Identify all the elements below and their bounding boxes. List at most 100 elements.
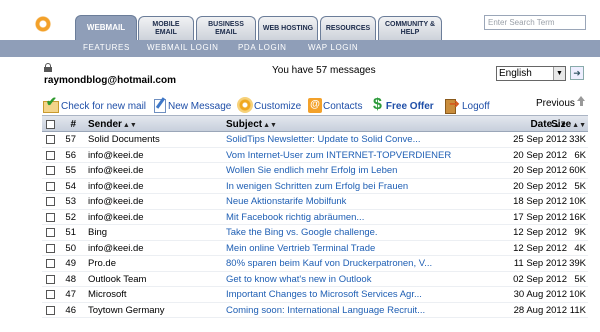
header-subject[interactable]: Subject▲▼ [226,119,451,130]
sort-icon[interactable]: ▲▼ [263,122,277,129]
arrow-up-icon[interactable] [577,96,586,106]
row-checkbox[interactable] [46,274,55,284]
tab-business-email[interactable]: BUSINESS EMAIL [196,16,256,40]
message-sender[interactable]: Pro.de [88,258,218,269]
row-checkbox[interactable] [46,305,55,315]
sort-icon[interactable]: ▲▼ [572,122,586,129]
message-subject-link[interactable]: Get to know what's new in Outlook [226,274,451,285]
message-number: 48 [65,273,76,285]
customize-label: Customize [254,101,302,112]
message-list: 57 Solid Documents SolidTips Newsletter: U… [42,132,588,318]
row-checkbox[interactable] [46,181,55,191]
message-size: 16K [569,211,586,223]
language-value: English [499,68,532,79]
message-subject-link[interactable]: Neue Aktionstarife Mobilfunk [226,196,451,207]
link-webmail-login[interactable]: WEBMAIL LOGIN [147,43,219,52]
table-row[interactable]: 52 info@keei.de Mit Facebook richtig abräu… [42,210,588,225]
table-row[interactable]: 56 info@keei.de Vom Internet-User zum INTE… [42,148,588,163]
header-size-label: Size [551,119,572,130]
header-sender[interactable]: Sender▲▼ [88,119,218,130]
message-sender[interactable]: Bing [88,227,218,238]
message-subject-link[interactable]: 80% sparen beim Kauf von Druckerpatronen… [226,258,451,269]
message-sender[interactable]: Microsoft [88,289,218,300]
link-pda-login[interactable]: PDA LOGIN [238,43,287,52]
language-select[interactable]: English ▼ [496,66,566,81]
row-checkbox[interactable] [46,259,55,268]
tab-label: RESOURCES [325,24,371,32]
table-row[interactable]: 57 Solid Documents SolidTips Newsletter: U… [42,132,588,148]
tab-label: MOBILE EMAIL [152,20,180,36]
table-row[interactable]: 54 info@keei.de In wenigen Schritten zum E… [42,179,588,194]
select-all-checkbox[interactable] [46,120,55,129]
table-row[interactable]: 51 Bing Take the Bing vs. Google challenge… [42,225,588,241]
message-sender[interactable]: Solid Documents [88,134,218,145]
tab-web-hosting[interactable]: WEB HOSTING [258,16,318,40]
check-mail-button[interactable]: Check for new mail [42,94,147,113]
message-subject-link[interactable]: Wollen Sie endlich mehr Erfolg im Leben [226,165,451,176]
row-checkbox[interactable] [46,212,55,222]
message-number: 50 [65,242,76,254]
message-subject-link[interactable]: Mit Facebook richtig abräumen... [226,212,451,223]
message-size: 39K [569,258,586,269]
top-nav: WEBMAIL MOBILE EMAIL BUSINESS EMAIL WEB … [0,0,600,40]
message-subject-link[interactable]: Take the Bing vs. Google challenge. [226,227,451,238]
row-checkbox[interactable] [46,228,55,237]
link-wap-login[interactable]: WAP LOGIN [308,43,358,52]
check-mail-icon [42,94,60,113]
contacts-button[interactable]: @ Contacts [308,95,362,113]
table-row[interactable]: 46 Toytown Germany Coming soon: Internatio… [42,303,588,318]
table-row[interactable]: 55 info@keei.de Wollen Sie endlich mehr Er… [42,163,588,179]
table-row[interactable]: 49 Pro.de 80% sparen beim Kauf von Drucker… [42,256,588,272]
row-checkbox[interactable] [46,135,55,144]
language-go-button[interactable]: ➜ [570,66,584,80]
chevron-down-icon[interactable]: ▼ [553,67,565,80]
table-row[interactable]: 53 info@keei.de Neue Aktionstarife Mobilfu… [42,194,588,210]
logoff-button[interactable]: Logoff [443,95,490,114]
row-checkbox[interactable] [46,243,55,253]
message-subject-link[interactable]: Important Changes to Microsoft Services … [226,289,451,300]
message-sender[interactable]: Outlook Team [88,274,218,285]
message-subject-link[interactable]: In wenigen Schritten zum Erfolg bei Frau… [226,181,451,192]
logoff-door-icon [443,96,461,114]
pencil-icon [153,97,167,113]
logo[interactable] [32,13,54,35]
check-mail-label: Check for new mail [61,101,147,112]
previous-link[interactable]: Previous [536,98,575,109]
message-sender[interactable]: info@keei.de [88,181,218,192]
tab-webmail[interactable]: WEBMAIL [75,15,137,40]
search-input[interactable]: Enter Search Term [484,15,586,30]
row-checkbox[interactable] [46,150,55,160]
tab-community-help[interactable]: COMMUNITY & HELP [378,16,442,40]
header-sender-label: Sender [88,119,122,130]
customize-button[interactable]: Customize [237,95,301,113]
message-size: 33K [569,134,586,145]
sort-icon[interactable]: ▲▼ [123,122,137,129]
table-row[interactable]: 50 info@keei.de Mein online Vertrieb Termi… [42,241,588,256]
message-size: 5K [574,180,586,192]
tab-resources[interactable]: RESOURCES [320,16,376,40]
message-subject-link[interactable]: SolidTips Newsletter: Update to Solid Co… [226,134,451,145]
message-subject-link[interactable]: Mein online Vertrieb Terminal Trade [226,243,451,254]
table-row[interactable]: 48 Outlook Team Get to know what's new in … [42,272,588,287]
message-count: You have 57 messages [272,65,376,76]
message-sender[interactable]: Toytown Germany [88,305,218,316]
table-row[interactable]: 47 Microsoft Important Changes to Microsof… [42,287,588,303]
message-subject-link[interactable]: Vom Internet-User zum INTERNET-TOPVERDIE… [226,150,451,161]
header-size[interactable]: Size▲▼ [550,119,586,130]
dollar-icon: $ [373,96,382,113]
message-sender[interactable]: info@keei.de [88,243,218,254]
message-number: 51 [65,227,76,238]
message-subject-link[interactable]: Coming soon: International Language Recr… [226,305,451,316]
message-number: 52 [65,211,76,223]
row-checkbox[interactable] [46,166,55,175]
link-features[interactable]: FEATURES [83,43,130,52]
new-message-button[interactable]: New Message [153,95,231,113]
message-sender[interactable]: info@keei.de [88,212,218,223]
free-offer-button[interactable]: $ Free Offer [373,95,434,113]
message-sender[interactable]: info@keei.de [88,196,218,207]
message-sender[interactable]: info@keei.de [88,150,218,161]
row-checkbox[interactable] [46,290,55,299]
row-checkbox[interactable] [46,197,55,206]
tab-mobile-email[interactable]: MOBILE EMAIL [138,16,194,40]
message-sender[interactable]: info@keei.de [88,165,218,176]
